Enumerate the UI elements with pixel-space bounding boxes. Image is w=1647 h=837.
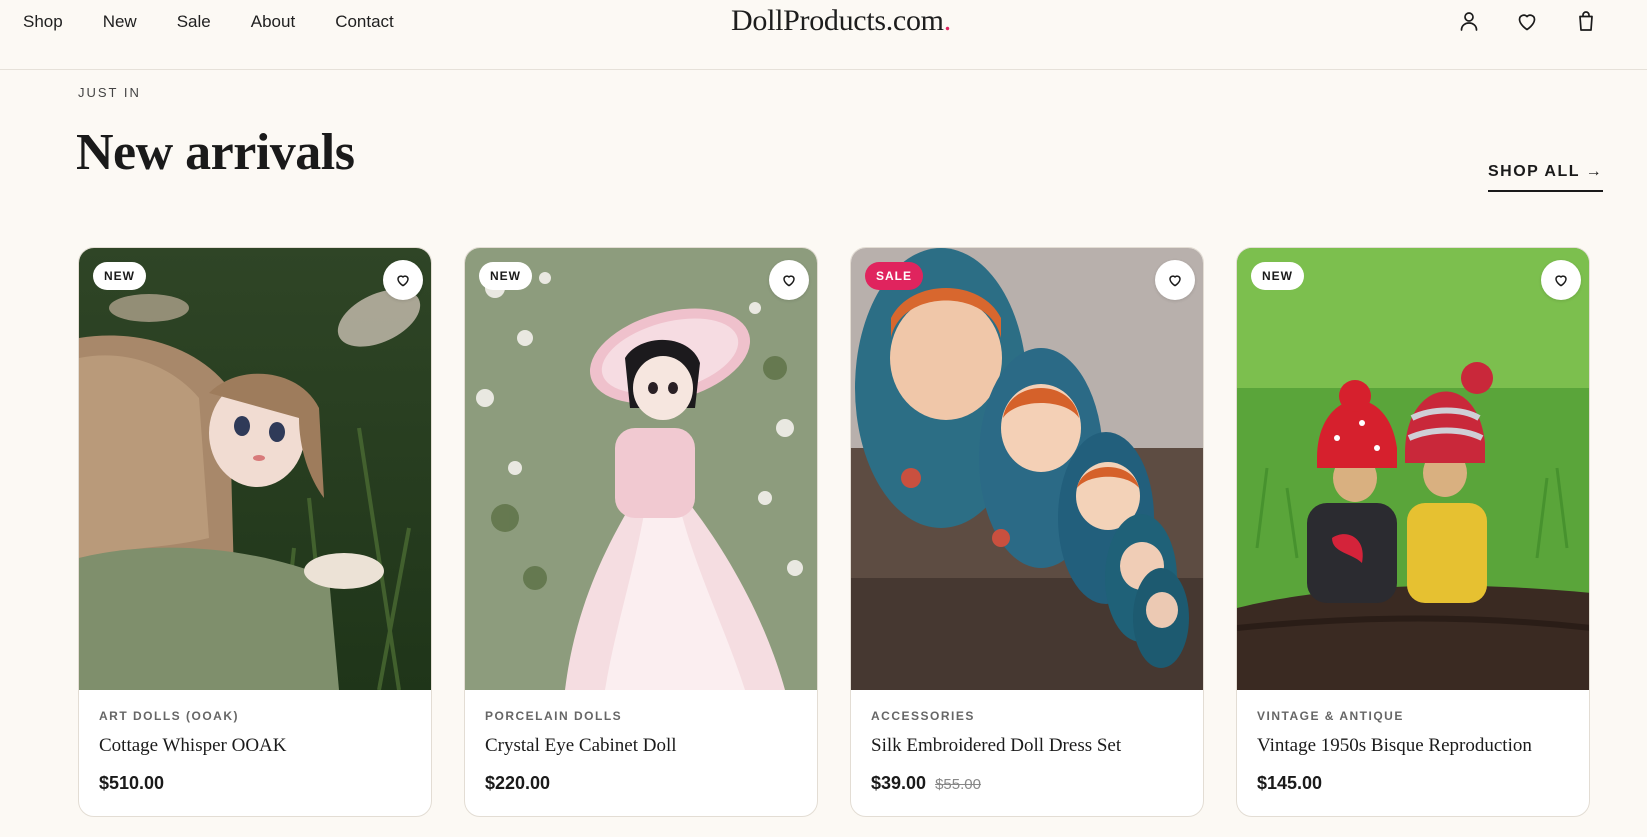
product-grid: NEW ART DOLLS (OOAK) Cottage Whisper OOA… [78, 247, 1590, 817]
product-info: ART DOLLS (OOAK) Cottage Whisper OOAK $5… [99, 708, 413, 794]
badge-new: NEW [1251, 262, 1304, 290]
heart-icon[interactable] [1515, 9, 1541, 35]
nav-contact[interactable]: Contact [335, 11, 394, 33]
product-card[interactable]: SALE ACCESSORIES Silk Embroidered Doll D… [850, 247, 1204, 817]
product-card[interactable]: NEW VINTAGE & ANTIQUE Vintage 1950s Bisq… [1236, 247, 1590, 817]
product-name[interactable]: Crystal Eye Cabinet Doll [485, 734, 799, 758]
nav-shop[interactable]: Shop [23, 11, 63, 33]
product-price: $39.00 [871, 773, 927, 793]
product-name[interactable]: Vintage 1950s Bisque Reproduction [1257, 734, 1571, 758]
product-category: PORCELAIN DOLLS [485, 709, 623, 723]
product-info: VINTAGE & ANTIQUE Vintage 1950s Bisque R… [1257, 708, 1571, 794]
nav-new[interactable]: New [103, 11, 137, 33]
heart-icon [1555, 275, 1567, 287]
product-category: ART DOLLS (OOAK) [99, 709, 239, 723]
price-row: $510.00 [99, 773, 413, 794]
logo-dot: . [943, 4, 952, 37]
section-eyebrow: JUST IN [78, 85, 141, 100]
product-card[interactable]: NEW PORCELAIN DOLLS Crystal Eye Cabinet … [464, 247, 818, 817]
product-name[interactable]: Cottage Whisper OOAK [99, 734, 413, 758]
shopping-bag-icon[interactable] [1574, 9, 1600, 35]
shop-all-link[interactable]: SHOP ALL → [1488, 162, 1604, 192]
badge-new: NEW [479, 262, 532, 290]
heart-icon [397, 275, 409, 287]
product-info: ACCESSORIES Silk Embroidered Doll Dress … [871, 708, 1185, 794]
section-title: New arrivals [76, 124, 355, 181]
header-actions [1457, 9, 1647, 35]
main-nav: Shop New Sale About Contact [23, 11, 434, 33]
user-icon[interactable] [1457, 9, 1483, 35]
price-row: $145.00 [1257, 773, 1571, 794]
favorite-button[interactable] [1155, 260, 1195, 300]
price-row: $220.00 [485, 773, 799, 794]
product-name[interactable]: Silk Embroidered Doll Dress Set [871, 734, 1185, 758]
product-category: VINTAGE & ANTIQUE [1257, 709, 1404, 723]
badge-sale: SALE [865, 262, 924, 290]
nav-sale[interactable]: Sale [177, 11, 211, 33]
product-image[interactable]: NEW [465, 248, 817, 690]
price-row: $39.00 $55.00 [871, 773, 1185, 794]
heart-icon [783, 275, 795, 287]
product-price: $145.00 [1257, 773, 1323, 793]
product-image[interactable]: SALE [851, 248, 1203, 690]
logo-text: DollProducts.com [731, 4, 944, 37]
product-price: $510.00 [99, 773, 165, 793]
product-category: ACCESSORIES [871, 709, 975, 723]
favorite-button[interactable] [1541, 260, 1581, 300]
product-info: PORCELAIN DOLLS Crystal Eye Cabinet Doll… [485, 708, 799, 794]
product-price: $220.00 [485, 773, 551, 793]
product-image[interactable]: NEW [79, 248, 431, 690]
original-price: $55.00 [935, 776, 981, 793]
site-header: Shop New Sale About Contact DollProducts… [0, 0, 1647, 70]
product-card[interactable]: NEW ART DOLLS (OOAK) Cottage Whisper OOA… [78, 247, 432, 817]
heart-icon [1169, 275, 1181, 287]
nav-about[interactable]: About [251, 11, 295, 33]
product-image[interactable]: NEW [1237, 248, 1589, 690]
badge-new: NEW [93, 262, 146, 290]
favorite-button[interactable] [383, 260, 423, 300]
favorite-button[interactable] [769, 260, 809, 300]
site-logo[interactable]: DollProducts.com. [731, 2, 951, 40]
